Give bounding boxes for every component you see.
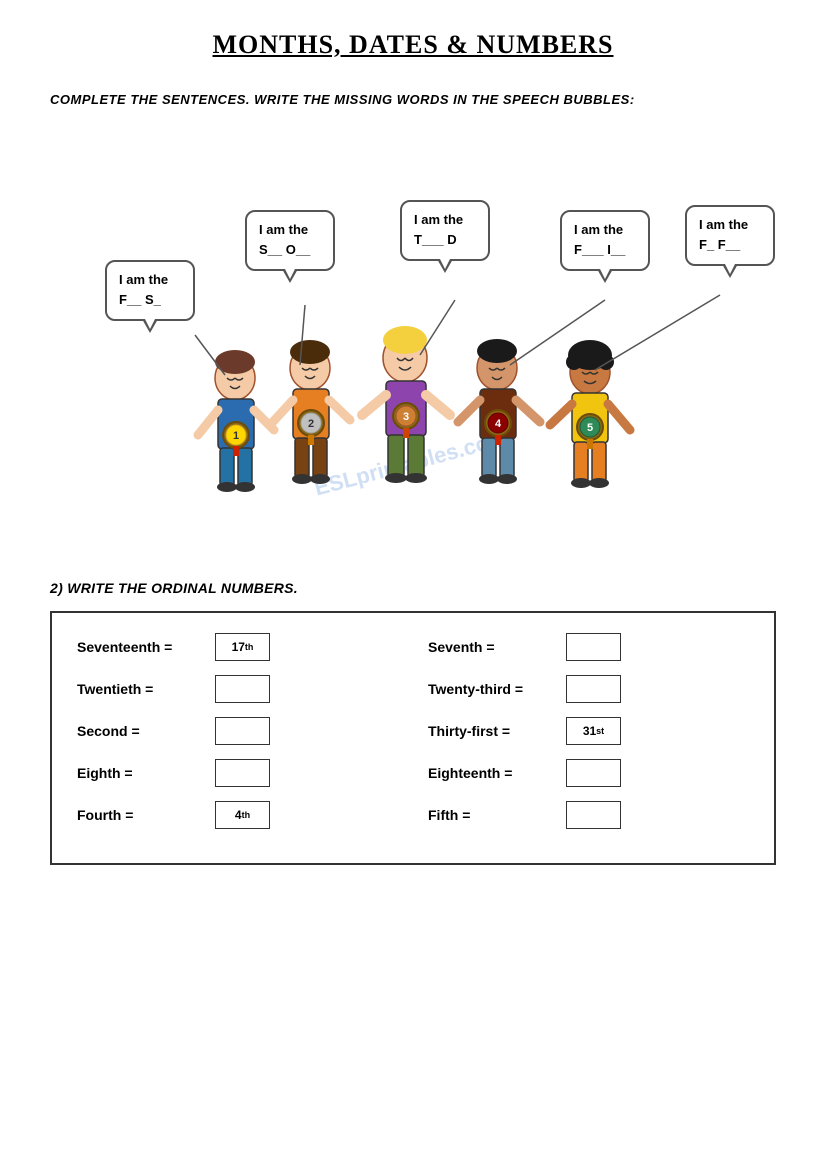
answer-box-twentieth (215, 675, 270, 703)
number-label-eighteenth: Eighteenth = (428, 765, 558, 781)
answer-box-second (215, 717, 270, 745)
children-illustration: ESLprintables.com 1 (50, 130, 776, 550)
bubble5-line1: I am the (699, 215, 761, 236)
instruction-text: COMPLETE THE SENTENCES. WRITE THE MISSIN… (50, 90, 776, 110)
answer-box-eighteenth (566, 759, 621, 787)
bubble2-line2: S__ O__ (259, 240, 321, 261)
number-label-eighth: Eighth = (77, 765, 207, 781)
bubble2-line1: I am the (259, 220, 321, 241)
speech-bubble-4: I am the F___ I__ (560, 210, 650, 272)
number-label-twentythird: Twenty-third = (428, 681, 558, 697)
speech-bubble-2: I am the S__ O__ (245, 210, 335, 272)
bubble4-line1: I am the (574, 220, 636, 241)
svg-text:1: 1 (233, 430, 239, 442)
number-row: Fifth = (428, 801, 749, 829)
number-row: Thirty-first = 31st (428, 717, 749, 745)
number-label-seventh: Seventh = (428, 639, 558, 655)
answer-box-fourth: 4th (215, 801, 270, 829)
number-row: Second = (77, 717, 398, 745)
number-label-thirtyfirst: Thirty-first = (428, 723, 558, 739)
answer-box-thirtyfirst: 31st (566, 717, 621, 745)
answer-box-eighth (215, 759, 270, 787)
number-label-seventeenth: Seventeenth = (77, 639, 207, 655)
svg-text:5: 5 (587, 422, 593, 434)
left-column: Seventeenth = 17th Twentieth = Second = … (77, 633, 398, 843)
page-title: MONTHS, DATES & NUMBERS (50, 30, 776, 60)
svg-text:3: 3 (403, 411, 409, 423)
number-row: Fourth = 4th (77, 801, 398, 829)
answer-box-fifth (566, 801, 621, 829)
number-row: Twenty-third = (428, 675, 749, 703)
number-row: Seventeenth = 17th (77, 633, 398, 661)
answer-box-seventh (566, 633, 621, 661)
number-label-fourth: Fourth = (77, 807, 207, 823)
number-row: Eighth = (77, 759, 398, 787)
number-label-fifth: Fifth = (428, 807, 558, 823)
svg-text:ESLprintables.com: ESLprintables.com (312, 424, 511, 500)
speech-bubble-5: I am the F_ F__ (685, 205, 775, 267)
right-column: Seventh = Twenty-third = Thirty-first = … (428, 633, 749, 843)
answer-box-seventeenth: 17th (215, 633, 270, 661)
bubble1-line1: I am the (119, 270, 181, 291)
speech-bubble-3: I am the T___ D (400, 200, 490, 262)
scene-container: I am the F__ S_ I am the S__ O__ I am th… (50, 130, 776, 550)
svg-text:4: 4 (495, 418, 502, 430)
speech-bubble-1: I am the F__ S_ (105, 260, 195, 322)
section2-title: 2) WRITE THE ORDINAL NUMBERS. (50, 580, 776, 596)
bubble1-line2: F__ S_ (119, 290, 181, 311)
number-row: Seventh = (428, 633, 749, 661)
number-label-twentieth: Twentieth = (77, 681, 207, 697)
bubble4-line2: F___ I__ (574, 240, 636, 261)
svg-text:2: 2 (308, 418, 314, 430)
numbers-grid: Seventeenth = 17th Twentieth = Second = … (77, 633, 749, 843)
bubble5-line2: F_ F__ (699, 235, 761, 256)
bubble3-line2: T___ D (414, 230, 476, 251)
number-label-second: Second = (77, 723, 207, 739)
answer-box-twentythird (566, 675, 621, 703)
numbers-table: Seventeenth = 17th Twentieth = Second = … (50, 611, 776, 865)
number-row: Eighteenth = (428, 759, 749, 787)
number-row: Twentieth = (77, 675, 398, 703)
bubble3-line1: I am the (414, 210, 476, 231)
